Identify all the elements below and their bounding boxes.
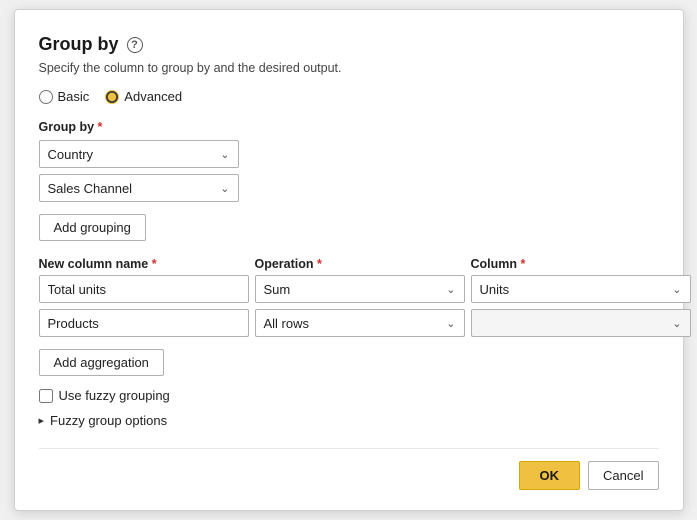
- radio-advanced-label: Advanced: [124, 89, 182, 104]
- fuzzy-grouping-row: Use fuzzy grouping: [39, 388, 659, 403]
- fuzzy-grouping-checkbox[interactable]: [39, 389, 53, 403]
- aggregation-header: New column name Operation Column: [39, 257, 659, 271]
- group-by-label: Group by: [39, 120, 659, 134]
- cancel-button[interactable]: Cancel: [588, 461, 658, 490]
- operation-1-value: Sum: [264, 282, 291, 297]
- chevron-down-icon-op2: ⌄: [446, 317, 455, 330]
- add-aggregation-button[interactable]: Add aggregation: [39, 349, 164, 376]
- fuzzy-group-options-label: Fuzzy group options: [50, 413, 167, 428]
- group-by-1-value: Country: [48, 147, 94, 162]
- group-by-dropdown-2[interactable]: Sales Channel ⌄: [39, 174, 239, 202]
- dialog-footer: OK Cancel: [39, 448, 659, 490]
- column-label: Column: [471, 257, 691, 271]
- column-1-value: Units: [480, 282, 510, 297]
- fuzzy-grouping-label[interactable]: Use fuzzy grouping: [59, 388, 170, 403]
- new-column-name-1[interactable]: [39, 275, 249, 303]
- fuzzy-group-options-row[interactable]: ▸ Fuzzy group options: [39, 413, 659, 428]
- group-by-dialog: Group by ? Specify the column to group b…: [14, 9, 684, 511]
- chevron-right-icon: ▸: [39, 414, 45, 427]
- dialog-subtitle: Specify the column to group by and the d…: [39, 61, 659, 75]
- mode-radio-group: Basic Advanced: [39, 89, 659, 104]
- operation-dropdown-1[interactable]: Sum ⌄: [255, 275, 465, 303]
- aggregation-row-2: All rows ⌄ ⌄: [39, 309, 659, 337]
- dialog-title: Group by: [39, 34, 119, 55]
- radio-basic[interactable]: Basic: [39, 89, 90, 104]
- help-icon[interactable]: ?: [127, 37, 143, 53]
- aggregation-row-1: Sum ⌄ Units ⌄: [39, 275, 659, 303]
- new-column-label: New column name: [39, 257, 249, 271]
- chevron-down-icon-2: ⌄: [220, 182, 229, 195]
- operation-dropdown-2[interactable]: All rows ⌄: [255, 309, 465, 337]
- chevron-down-icon-op1: ⌄: [446, 283, 455, 296]
- group-by-2-value: Sales Channel: [48, 181, 133, 196]
- column-dropdown-2-disabled: ⌄: [471, 309, 691, 337]
- column-dropdown-1[interactable]: Units ⌄: [471, 275, 691, 303]
- group-by-dropdown-1[interactable]: Country ⌄: [39, 140, 239, 168]
- ok-button[interactable]: OK: [519, 461, 581, 490]
- new-column-name-2[interactable]: [39, 309, 249, 337]
- chevron-down-icon-col2: ⌄: [672, 317, 681, 330]
- dialog-title-row: Group by ?: [39, 34, 659, 55]
- operation-label: Operation: [255, 257, 465, 271]
- chevron-down-icon-1: ⌄: [220, 148, 229, 161]
- radio-advanced[interactable]: Advanced: [105, 89, 182, 104]
- radio-basic-label: Basic: [58, 89, 90, 104]
- operation-2-value: All rows: [264, 316, 310, 331]
- chevron-down-icon-col1: ⌄: [672, 283, 681, 296]
- add-grouping-button[interactable]: Add grouping: [39, 214, 146, 241]
